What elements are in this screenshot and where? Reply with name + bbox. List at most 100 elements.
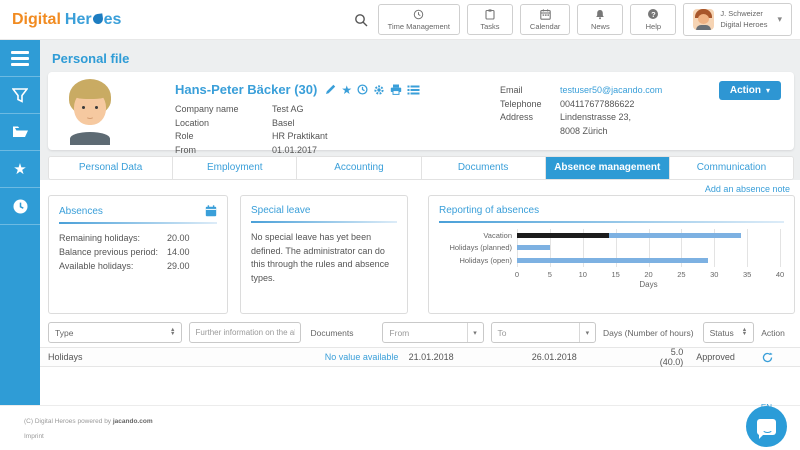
absence-bar-chart: Vacation Holidays (planned) Holidays (open… — [439, 228, 784, 292]
employee-avatar — [61, 79, 119, 145]
help-label: Help — [646, 22, 661, 31]
x-tick-label: 10 — [579, 270, 587, 279]
cell-documents-link[interactable]: No value available — [325, 352, 402, 362]
imprint-link[interactable]: Imprint — [24, 433, 44, 440]
special-leave-card: Special leave No special leave has yet b… — [240, 195, 408, 314]
type-filter-select[interactable]: Type ▲▼ — [48, 322, 182, 343]
chart-x-ticks: 0510152025303540 — [517, 270, 780, 279]
to-date-filter[interactable]: To ▾ — [491, 322, 596, 343]
print-icon[interactable] — [390, 84, 402, 95]
chart-category-label: Vacation — [439, 231, 517, 240]
from-date-filter[interactable]: From ▾ — [382, 322, 483, 343]
profile-details-left: Company nameTest AG LocationBasel RoleHR… — [175, 103, 328, 157]
tab-employment[interactable]: Employment — [173, 157, 297, 179]
calendar-button[interactable]: Calendar — [520, 4, 570, 35]
tab-personal-data[interactable]: Personal Data — [49, 157, 173, 179]
tab-absence-management[interactable]: Absence management — [546, 157, 670, 179]
user-name: J. Schweizer — [720, 9, 767, 19]
field-value: Basel — [272, 117, 328, 131]
absence-panel: Add an absence note Absences Remaining h… — [40, 180, 800, 405]
field-label: Role — [175, 130, 272, 144]
status-filter-select[interactable]: Status ▲▼ — [703, 322, 755, 343]
special-leave-text: No special leave has yet been defined. T… — [251, 231, 397, 285]
profile-details-right: Emailtestuser50@jacando.com Telephone004… — [500, 84, 662, 138]
favorite-star-icon[interactable]: ★ — [341, 84, 352, 96]
chart-category-label: Holidays (planned) — [439, 243, 517, 252]
user-info: J. Schweizer Digital Heroes — [720, 9, 767, 29]
absence-stat-row: Remaining holidays: 20.00 — [59, 232, 217, 246]
main-area: Personal file Hans-Peter Bäcker (30) ★ — [40, 40, 800, 405]
page-title: Personal file — [52, 51, 129, 66]
tab-communication[interactable]: Communication — [670, 157, 793, 179]
field-value: Lindenstrasse 23, — [560, 111, 662, 125]
sidebar-item-menu[interactable] — [0, 40, 40, 77]
chart-row: Vacation — [439, 229, 780, 242]
sidebar-item-filter[interactable] — [0, 77, 40, 114]
select-stepper-icon: ▲▼ — [742, 329, 747, 336]
chart-category-label: Holidays (open) — [439, 256, 517, 265]
cell-days: 5.0 (40.0) — [660, 347, 686, 367]
hamburger-icon — [11, 51, 29, 66]
email-link[interactable]: testuser50@jacando.com — [560, 84, 662, 98]
table-row[interactable]: Holidays No value available 21.01.2018 2… — [40, 347, 800, 367]
funnel-icon — [12, 88, 28, 103]
field-label — [500, 125, 560, 139]
chevron-down-icon: ▾ — [579, 323, 595, 342]
chart-bars: Vacation Holidays (planned) Holidays (open… — [439, 229, 780, 267]
cell-to: 26.01.2018 — [532, 352, 653, 362]
user-menu[interactable]: J. Schweizer Digital Heroes ▾ — [683, 3, 792, 36]
chevron-down-icon: ▾ — [766, 86, 770, 95]
time-management-button[interactable]: Time Management — [378, 4, 460, 35]
add-absence-note-link[interactable]: Add an absence note — [705, 184, 790, 194]
x-tick-label: 0 — [515, 270, 519, 279]
field-label: Address — [500, 111, 560, 125]
sidebar-item-favorites[interactable]: ★ — [0, 151, 40, 188]
folder-icon — [12, 125, 29, 139]
help-button[interactable]: ? Help — [630, 4, 676, 35]
detail-list-icon[interactable] — [407, 85, 420, 95]
refresh-icon[interactable] — [756, 352, 792, 363]
absence-info-input[interactable] — [189, 322, 301, 343]
calendar-icon[interactable] — [205, 205, 217, 217]
cell-type: Holidays — [48, 352, 201, 362]
reporting-card: Reporting of absences VacationHolidays (… — [428, 195, 795, 314]
bar-segment-remaining — [517, 258, 708, 263]
comet-drop-icon — [92, 13, 103, 24]
cell-from: 21.01.2018 — [409, 352, 525, 362]
chart-x-axis-label: Days — [517, 280, 780, 289]
select-stepper-icon: ▲▼ — [170, 329, 175, 336]
settings-gear-icon[interactable] — [373, 84, 385, 96]
history-clock-icon[interactable] — [357, 84, 368, 95]
logo-text-her: Her — [65, 11, 92, 29]
absences-card-title: Absences — [59, 206, 103, 217]
field-value: Test AG — [272, 103, 328, 117]
field-value: 8008 Zürich — [560, 125, 662, 139]
chevron-down-icon: ▾ — [467, 323, 483, 342]
field-value: HR Praktikant — [272, 130, 328, 144]
x-tick-label: 20 — [644, 270, 652, 279]
field-label: Telephone — [500, 98, 560, 112]
tab-accounting[interactable]: Accounting — [297, 157, 421, 179]
sidebar-item-files[interactable] — [0, 114, 40, 151]
sidebar-item-history[interactable] — [0, 188, 40, 225]
action-button[interactable]: Action ▾ — [719, 81, 781, 100]
field-label: Company name — [175, 103, 272, 117]
field-label: Location — [175, 117, 272, 131]
documents-column-label: Documents — [308, 328, 375, 338]
news-button[interactable]: News — [577, 4, 623, 35]
news-label: News — [591, 22, 610, 31]
bar-segment-remaining — [609, 233, 741, 238]
edit-pencil-icon[interactable] — [325, 84, 336, 95]
tab-documents[interactable]: Documents — [422, 157, 546, 179]
chart-row: Holidays (open) — [439, 254, 780, 267]
footer: (C) Digital Heroes powered by jacando.co… — [0, 405, 800, 450]
field-label: Email — [500, 84, 560, 98]
x-tick-label: 35 — [743, 270, 751, 279]
chat-widget-button[interactable] — [746, 406, 787, 447]
tasks-button[interactable]: Tasks — [467, 4, 513, 35]
top-bar: Digital Her es Time Management Tasks Cal… — [0, 0, 800, 40]
copyright-text: (C) Digital Heroes powered by jacando.co… — [24, 418, 153, 425]
search-icon[interactable] — [354, 13, 368, 27]
profile-tabs: Personal Data Employment Accounting Docu… — [48, 156, 794, 180]
absences-card: Absences Remaining holidays: 20.00 Balan… — [48, 195, 228, 314]
